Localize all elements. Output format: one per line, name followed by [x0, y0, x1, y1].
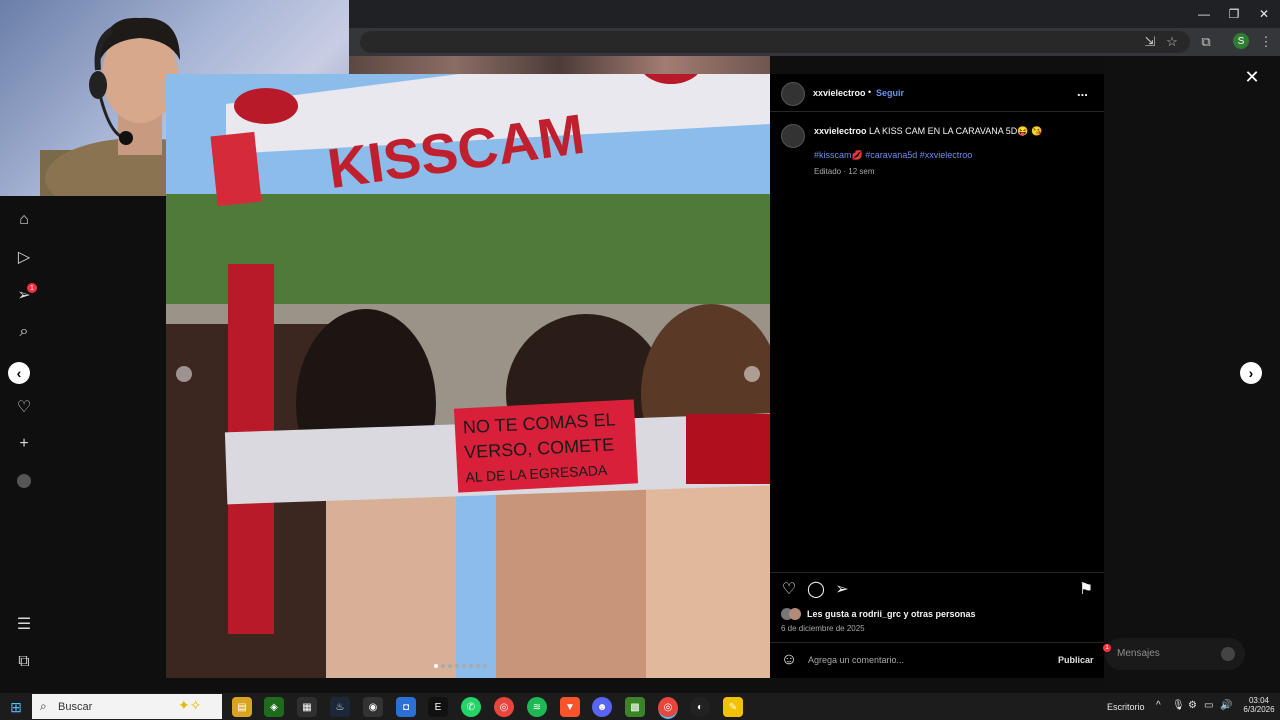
store-icon[interactable]: ▦ — [297, 697, 317, 717]
like-heart-icon[interactable]: ♡ — [779, 579, 799, 599]
address-bar[interactable] — [360, 31, 1190, 53]
carousel-prev-button[interactable] — [176, 366, 192, 382]
separator-dot: • — [868, 87, 872, 97]
file-explorer-icon[interactable]: ▤ — [232, 697, 252, 717]
comment-icon[interactable]: ◯ — [806, 579, 826, 599]
browser-menu-icon[interactable]: ⋮ — [1256, 32, 1276, 52]
clock[interactable]: 03:04 6/3/2026 — [1242, 696, 1276, 714]
heart-icon[interactable]: ♡ — [14, 397, 34, 417]
carousel-dots — [434, 664, 510, 670]
more-options-icon[interactable]: ... — [1077, 84, 1088, 99]
edited-timestamp: Editado · 12 sem — [814, 167, 875, 176]
carousel-next-button[interactable] — [744, 366, 760, 382]
notification-badge: 1 — [27, 283, 37, 293]
restore-button[interactable]: ❐ — [1218, 0, 1250, 28]
profile-icon[interactable] — [17, 474, 31, 488]
feed-background-strip — [349, 56, 770, 74]
whatsapp-icon[interactable]: ✆ — [461, 697, 481, 717]
search-magnifier-icon: ⌕ — [40, 699, 47, 713]
share-icon[interactable]: ➢ — [832, 579, 852, 599]
close-window-button[interactable]: ✕ — [1248, 0, 1280, 28]
author-avatar[interactable] — [781, 82, 805, 106]
search-highlight-icon: ✦✧ — [178, 697, 202, 713]
desktop-label[interactable]: Escritorio — [1107, 702, 1145, 712]
likes-text[interactable]: Les gusta a rodrii_grc y otras personas — [807, 609, 976, 619]
app-blue-icon[interactable]: ◘ — [396, 697, 416, 717]
follow-button[interactable]: Seguir — [876, 88, 904, 98]
messages-label: Mensajes — [1117, 648, 1160, 659]
microphone-icon[interactable]: 🎙 — [1172, 700, 1185, 711]
bookmark-star-icon[interactable]: ☆ — [1162, 32, 1182, 52]
capture-icon[interactable]: ◐ — [690, 697, 710, 717]
menu-icon[interactable]: ☰ — [14, 614, 34, 634]
reels-icon[interactable]: ▷ — [14, 247, 34, 267]
battery-icon[interactable]: ▭ — [1204, 700, 1213, 711]
previous-post-button[interactable]: ‹ — [8, 362, 30, 384]
epic-games-icon[interactable]: E — [428, 697, 448, 717]
messages-avatar — [1221, 647, 1235, 661]
publish-button[interactable]: Publicar — [1058, 655, 1094, 665]
comment-input[interactable]: Agrega un comentario... — [808, 655, 904, 665]
clock-time: 03:04 — [1248, 696, 1270, 705]
chrome-active-icon[interactable]: ◎ — [658, 697, 678, 719]
profile-avatar[interactable]: S — [1233, 33, 1249, 49]
more-apps-icon[interactable]: ⧉ — [14, 652, 34, 672]
taskbar-search[interactable]: ⌕ Buscar ✦✧ — [32, 694, 222, 719]
kisscam-photo: KISSCAM NO TE COMAS EL VERSO, COMETE AL … — [166, 74, 770, 678]
nvidia-icon[interactable]: ◈ — [264, 697, 284, 717]
steam-icon[interactable]: ♨ — [330, 697, 350, 717]
show-hidden-icons-icon[interactable]: ^ — [1156, 700, 1161, 711]
taskbar-search-label: Buscar — [58, 701, 93, 713]
next-post-button[interactable]: › — [1240, 362, 1262, 384]
post-photo: KISSCAM NO TE COMAS EL VERSO, COMETE AL … — [166, 74, 770, 678]
caption-avatar[interactable] — [781, 124, 805, 148]
close-icon[interactable]: ✕ — [1242, 67, 1262, 87]
comment-divider — [770, 642, 1104, 643]
messages-pill[interactable]: Mensajes 1 — [1103, 638, 1245, 670]
minecraft-icon[interactable]: ▩ — [625, 697, 645, 717]
home-icon[interactable]: ⌂ — [14, 210, 34, 230]
chrome-icon[interactable]: ◎ — [494, 697, 514, 717]
discord-icon[interactable]: ☻ — [592, 697, 612, 717]
volume-icon[interactable]: 🔊 — [1220, 700, 1232, 711]
likers-avatars — [781, 608, 803, 620]
caption-hashtags[interactable]: #kisscam💋 #caravana5d #xxvielectroo — [814, 150, 972, 161]
actions-divider — [770, 572, 1104, 573]
app-yellow-icon[interactable]: ✎ — [723, 697, 743, 717]
caption-text: LA KISS CAM EN LA CARAVANA 5D😝 😘 — [869, 126, 1043, 136]
author-username[interactable]: xxvielectroo — [813, 88, 866, 98]
caption: xxvielectroo LA KISS CAM EN LA CARAVANA … — [814, 126, 1094, 137]
obs-icon[interactable]: ◉ — [363, 697, 383, 717]
minimize-button[interactable]: — — [1188, 0, 1220, 28]
messages-badge: 1 — [1103, 644, 1111, 652]
clock-date: 6/3/2026 — [1243, 705, 1275, 714]
emoji-icon[interactable]: ☺ — [779, 650, 799, 670]
create-icon[interactable]: + — [14, 434, 34, 454]
caption-username[interactable]: xxvielectroo — [814, 126, 867, 136]
search-icon[interactable]: ⌕ — [14, 322, 34, 342]
brave-icon[interactable]: ▼ — [560, 697, 580, 717]
header-divider — [770, 111, 1104, 112]
extensions-icon[interactable]: ⧉ — [1196, 32, 1216, 52]
post-date: 6 de diciembre de 2025 — [781, 624, 865, 633]
windows-start-icon[interactable]: ⊞ — [6, 697, 26, 717]
network-icon[interactable]: ⚙ — [1188, 700, 1197, 711]
save-bookmark-icon[interactable]: ⚑ — [1076, 579, 1096, 599]
install-app-icon[interactable]: ⇲ — [1140, 32, 1160, 52]
spotify-icon[interactable]: ≋ — [527, 697, 547, 717]
